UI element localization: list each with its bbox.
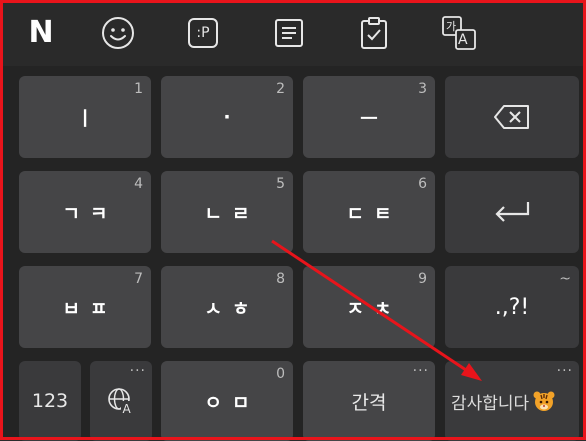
space-key[interactable]: ··· 간격	[303, 361, 435, 441]
clipboard-check-icon	[361, 17, 387, 49]
emoticon-icon[interactable]: :P	[183, 13, 223, 53]
key-label: ㅂㅍ	[62, 297, 118, 320]
emoji-icon[interactable]	[98, 13, 138, 53]
key-more-dots: ···	[412, 363, 429, 379]
key-number: 6	[418, 176, 427, 192]
naver-logo-text: N	[28, 15, 54, 50]
key-n-r[interactable]: 5 ㄴㄹ	[161, 171, 293, 253]
key-label: 감사합니다	[451, 393, 530, 414]
key-number: 7	[134, 271, 143, 287]
key-more-dots: ···	[556, 363, 573, 379]
key-label: ㄷㅌ	[346, 202, 402, 225]
naver-logo-icon[interactable]: N	[21, 13, 61, 53]
key-j-ch[interactable]: 9 ㅈㅊ	[303, 266, 435, 348]
svg-text:A: A	[123, 402, 132, 416]
key-o-m[interactable]: 0 ㅇㅁ	[161, 361, 293, 441]
key-more-dots: ···	[129, 363, 146, 379]
key-label: ㅣ	[76, 107, 104, 130]
backspace-icon	[494, 105, 529, 129]
globe-language-icon: A	[108, 388, 134, 416]
clipboard-icon[interactable]	[354, 13, 394, 53]
translate-korean-glyph: 가	[446, 20, 457, 33]
key-label: ㅅㅎ	[204, 297, 260, 320]
tiger-emoji-icon	[533, 391, 555, 411]
enter-key[interactable]	[445, 171, 579, 253]
enter-icon	[495, 202, 530, 222]
key-label: .,?!	[494, 294, 530, 320]
key-label: 123	[31, 390, 69, 412]
key-label: ㅇㅁ	[204, 391, 260, 414]
key-d-t[interactable]: 6 ㄷㅌ	[303, 171, 435, 253]
key-number: 2	[276, 81, 285, 97]
quick-phrase-key[interactable]: ··· 감사합니다	[445, 361, 579, 441]
key-vowel-eu[interactable]: 3 ㅡ	[303, 76, 435, 158]
key-label: ㄱㅋ	[62, 202, 118, 225]
smiley-face-icon	[102, 17, 134, 49]
key-label: ·	[223, 106, 241, 128]
memo-icon[interactable]	[269, 13, 309, 53]
key-s-h[interactable]: 8 ㅅㅎ	[161, 266, 293, 348]
key-b-p[interactable]: 7 ㅂㅍ	[19, 266, 151, 348]
key-number: 3	[418, 81, 427, 97]
key-vowel-dot[interactable]: 2 ·	[161, 76, 293, 158]
punctuation-key[interactable]: ~ .,?!	[445, 266, 579, 348]
key-number: 8	[276, 271, 285, 287]
translate-icon[interactable]: 가 A	[439, 13, 479, 53]
key-number: 9	[418, 271, 427, 287]
key-label: ㅡ	[360, 107, 388, 130]
key-label: 간격	[351, 391, 387, 414]
key-number: 0	[276, 366, 285, 382]
backspace-key[interactable]	[445, 76, 579, 158]
key-number: ~	[559, 271, 571, 287]
key-g-k[interactable]: 4 ㄱㅋ	[19, 171, 151, 253]
key-number: 4	[134, 176, 143, 192]
keypad: 1 ㅣ 2 · 3 ㅡ 4 ㄱㅋ 5 ㄴㄹ 6 ㄷㅌ 7 ㅂㅍ 8 ㅅㅎ 9 ㅈ…	[3, 66, 583, 441]
key-label: ㄴㄹ	[204, 202, 260, 225]
key-label: ㅈㅊ	[346, 297, 402, 320]
document-lines-icon	[275, 19, 303, 47]
key-number: 1	[134, 81, 143, 97]
emoticon-text: :P	[196, 25, 210, 41]
key-vowel-i[interactable]: 1 ㅣ	[19, 76, 151, 158]
translate-latin-glyph: A	[458, 32, 468, 48]
key-number: 5	[276, 176, 285, 192]
keyboard-toolbar: N :P 가 A	[3, 3, 583, 66]
number-mode-key[interactable]: 123	[19, 361, 81, 441]
language-key[interactable]: ··· A	[90, 361, 152, 441]
